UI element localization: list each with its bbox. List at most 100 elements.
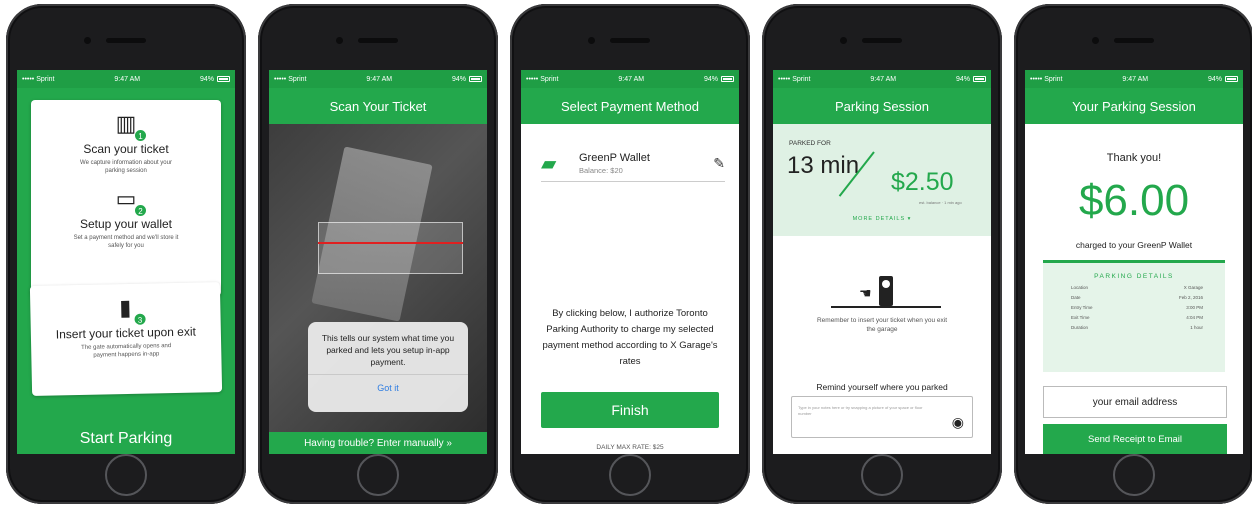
detail-value: Feb 2, 2016 (1178, 295, 1203, 300)
home-button[interactable] (609, 454, 651, 496)
detail-row: Date Feb 2, 2016 (1043, 295, 1225, 300)
page-title: Parking Session (773, 88, 991, 124)
parked-duration: 13 min (787, 152, 860, 179)
speaker (1114, 38, 1154, 43)
step-title: Scan your ticket (83, 142, 169, 156)
step-setup-wallet: ▭ 2 Setup your wallet Set a payment metho… (31, 175, 221, 250)
details-title: PARKING DETAILS (1094, 273, 1174, 280)
battery-icon (1225, 76, 1238, 82)
battery-icon (721, 76, 734, 82)
status-bar: ••••• Sprint 9:47 AM 94% (773, 70, 991, 88)
detail-value: 4:04 PM (1186, 315, 1203, 320)
page-title: Scan Your Ticket (269, 88, 487, 124)
time-label: 9:47 AM (870, 75, 897, 83)
finish-button[interactable]: Finish (541, 392, 719, 428)
status-bar: ••••• Sprint 9:47 AM 94% (17, 70, 235, 88)
payment-method-screen: ••••• Sprint 9:47 AM 94% Select Payment … (521, 70, 739, 454)
dialog-message: This tells our system what time you park… (321, 333, 455, 367)
detail-label: Duration (1071, 325, 1089, 330)
parking-details-panel: PARKING DETAILS Location X Garage Date Feb… (1043, 260, 1225, 372)
parking-note-field[interactable]: Type in your notes here or try snapping … (791, 396, 973, 438)
step-insert-ticket: ▮ 3 Insert your ticket upon exit The gate… (30, 282, 222, 361)
speaker (358, 38, 398, 43)
time-label: 9:47 AM (1122, 75, 1149, 83)
step-description: The gate automatically opens and payment… (81, 343, 172, 359)
phone-2: ••••• Sprint 9:47 AM 94% Scan Your Ticke… (258, 4, 498, 504)
step-number: 2 (134, 204, 147, 217)
front-camera (336, 37, 343, 44)
wallet-row[interactable]: ▰ GreenP Wallet Balance: $20 ✎ (541, 146, 725, 182)
wallet-name: GreenP Wallet (579, 152, 650, 164)
steps-card: ▥ 1 Scan your ticket We capture informati… (31, 100, 221, 296)
dialog-ok-button[interactable]: Got it (308, 374, 468, 400)
carrier-label: ••••• Sprint (274, 75, 307, 83)
detail-row: Location X Garage (1043, 285, 1225, 290)
email-field[interactable]: your email address (1043, 386, 1227, 418)
detail-label: Location (1071, 285, 1089, 290)
scan-frame (318, 222, 463, 274)
front-camera (840, 37, 847, 44)
ticket-machine-icon (879, 276, 893, 306)
detail-row: Exit Time 4:04 PM (1043, 315, 1225, 320)
parked-for-label: PARKED FOR (789, 140, 831, 147)
battery-icon (469, 76, 482, 82)
receipt-screen: ••••• Sprint 9:47 AM 94% Your Parking Se… (1025, 70, 1243, 454)
phone-5: ••••• Sprint 9:47 AM 94% Your Parking Se… (1014, 4, 1252, 504)
home-button[interactable] (357, 454, 399, 496)
battery-label: 94% (199, 75, 214, 83)
session-summary: PARKED FOR 13 min $2.50 est. balance · 1… (773, 124, 991, 236)
ticket-insert-icon: ▮ 3 (108, 294, 147, 326)
home-button[interactable] (105, 454, 147, 496)
thank-you-text: Thank you! (1106, 152, 1162, 164)
send-receipt-button[interactable]: Send Receipt to Email (1043, 424, 1227, 454)
speaker (862, 38, 902, 43)
page-title: Your Parking Session (1025, 88, 1243, 124)
phone-1: ••••• Sprint 9:47 AM 94% ▥ 1 Scan your ti… (6, 4, 246, 504)
onboarding-screen: ••••• Sprint 9:47 AM 94% ▥ 1 Scan your ti… (17, 70, 235, 454)
carrier-label: ••••• Sprint (1030, 75, 1063, 83)
wallet-balance: Balance: $20 (579, 166, 623, 175)
status-bar: ••••• Sprint 9:47 AM 94% (269, 70, 487, 88)
price-subtext: est. balance · 1 min ago (919, 200, 962, 205)
parking-session-screen: ••••• Sprint 9:47 AM 94% Parking Session… (773, 70, 991, 454)
carrier-label: ••••• Sprint (778, 75, 811, 83)
detail-value: 3:00 PM (1186, 305, 1203, 310)
carrier-label: ••••• Sprint (526, 75, 559, 83)
battery-label: 94% (703, 75, 718, 83)
wallet-icon: ▰ (541, 152, 557, 175)
detail-label: Entry Time (1071, 305, 1093, 310)
step-title: Insert your ticket upon exit (55, 324, 197, 342)
info-dialog: This tells our system what time you park… (308, 322, 468, 412)
enter-manually-button[interactable]: Having trouble? Enter manually » (269, 432, 487, 454)
charged-to-text: charged to your GreenP Wallet (1075, 240, 1193, 250)
scan-line (318, 242, 463, 244)
step-title: Setup your wallet (79, 217, 173, 231)
detail-label: Exit Time (1071, 315, 1090, 320)
gate-arm (831, 306, 941, 308)
note-placeholder: Type in your notes here or try snapping … (798, 405, 923, 416)
remind-heading: Remind yourself where you parked (816, 382, 948, 392)
start-parking-button[interactable]: Start Parking (17, 424, 235, 454)
home-button[interactable] (861, 454, 903, 496)
step-description: We capture information about your parkin… (80, 160, 172, 174)
step-insert-ticket-card: ▮ 3 Insert your ticket upon exit The gate… (29, 282, 223, 396)
step-number: 1 (134, 129, 147, 142)
step-description: Set a payment method and we'll store it … (73, 235, 179, 249)
home-button[interactable] (1113, 454, 1155, 496)
speaker (610, 38, 650, 43)
scan-ticket-screen: ••••• Sprint 9:47 AM 94% Scan Your Ticke… (269, 70, 487, 454)
camera-icon[interactable]: ◉ (952, 414, 964, 431)
status-bar: ••••• Sprint 9:47 AM 94% (521, 70, 739, 88)
pencil-icon[interactable]: ✎ (713, 155, 725, 172)
more-details-link[interactable]: MORE DETAILS ▾ (773, 216, 991, 222)
time-label: 9:47 AM (366, 75, 393, 83)
front-camera (1092, 37, 1099, 44)
front-camera (84, 37, 91, 44)
status-bar: ••••• Sprint 9:47 AM 94% (1025, 70, 1243, 88)
detail-label: Date (1071, 295, 1081, 300)
detail-value: 1 hour (1190, 325, 1203, 330)
hand-icon: ☚ (859, 285, 872, 301)
battery-label: 94% (1207, 75, 1222, 83)
time-label: 9:47 AM (114, 75, 141, 83)
barcode-icon: ▥ 1 (109, 110, 147, 142)
